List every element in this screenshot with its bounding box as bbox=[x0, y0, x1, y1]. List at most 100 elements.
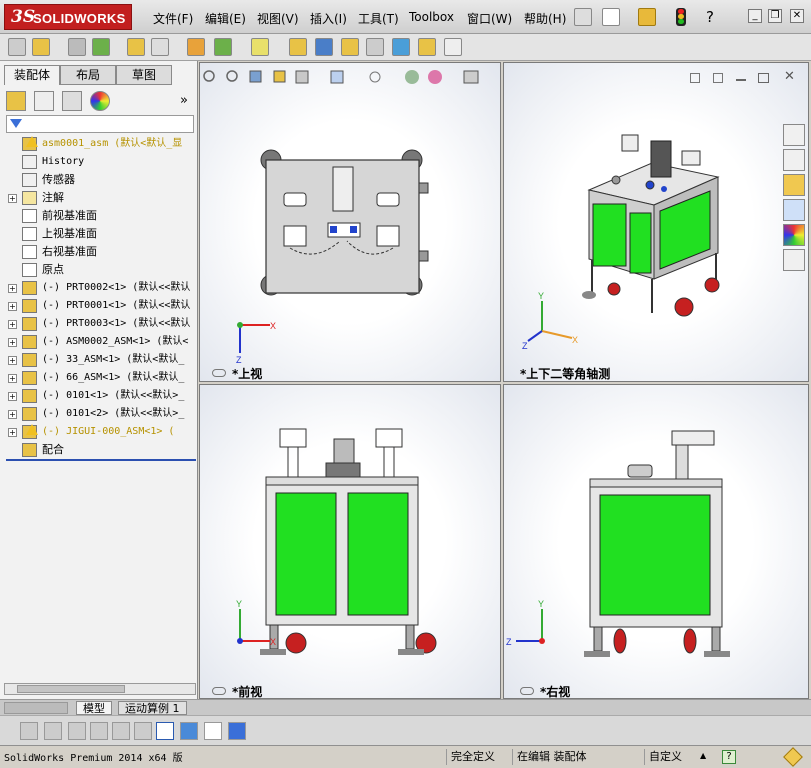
tree-item[interactable]: + (-) 0101<2> (默认<<默认>_ bbox=[0, 405, 198, 423]
display-manager-icon[interactable] bbox=[90, 91, 110, 111]
tree-expand-icon[interactable]: + bbox=[8, 410, 17, 419]
tree-item[interactable]: History bbox=[0, 153, 198, 171]
view-link-icon-front[interactable] bbox=[212, 687, 226, 695]
tree-item[interactable]: + (-) ASM0002_ASM<1> (默认< bbox=[0, 333, 198, 351]
tree-item[interactable]: 原点 bbox=[0, 261, 198, 279]
edit-component-icon[interactable] bbox=[8, 38, 26, 56]
tree-item[interactable]: asm0001_asm (默认<默认_显 bbox=[0, 135, 198, 153]
tab-motion-study[interactable]: 运动算例 1 bbox=[118, 701, 187, 715]
assembly-features-icon[interactable] bbox=[214, 38, 232, 56]
viewport-right[interactable]: Y Z *右视 bbox=[503, 384, 809, 699]
display-pane-icon[interactable] bbox=[228, 722, 246, 740]
restore-button[interactable]: ❐ bbox=[768, 9, 782, 23]
single-view-icon[interactable] bbox=[156, 722, 174, 740]
tree-filter-box[interactable] bbox=[6, 115, 194, 133]
four-view-icon[interactable] bbox=[204, 722, 222, 740]
tree-item[interactable]: 上视基准面 bbox=[0, 225, 198, 243]
tab-assembly[interactable]: 装配体 bbox=[4, 65, 60, 85]
viewport-minimize-icon[interactable] bbox=[736, 79, 746, 81]
panel-more-icon[interactable]: » bbox=[180, 93, 188, 108]
menu-help[interactable]: 帮助(H) bbox=[524, 10, 566, 27]
viewport-link-views-icon[interactable] bbox=[690, 73, 700, 83]
reference-geometry-icon[interactable] bbox=[251, 38, 269, 56]
show-hidden-icon[interactable] bbox=[187, 38, 205, 56]
menu-insert[interactable]: 插入(I) bbox=[310, 10, 347, 27]
status-custom-units[interactable]: 自定义 bbox=[644, 749, 694, 765]
feature-manager-icon[interactable] bbox=[6, 91, 26, 111]
tree-item[interactable]: 配合 bbox=[0, 441, 198, 459]
viewport-iso[interactable]: ✕ Y X Z *上下二等角轴测 bbox=[503, 62, 809, 382]
mate-icon[interactable] bbox=[68, 38, 86, 56]
heads-up-view-toolbar[interactable] bbox=[203, 70, 479, 84]
help-icon[interactable]: ? bbox=[706, 8, 714, 26]
smart-fasteners-icon[interactable] bbox=[127, 38, 145, 56]
menu-edit[interactable]: 编辑(E) bbox=[205, 10, 246, 27]
tree-item[interactable]: 右视基准面 bbox=[0, 243, 198, 261]
pin-icon[interactable] bbox=[574, 8, 592, 26]
new-document-icon[interactable] bbox=[602, 8, 620, 26]
view-tool-1-icon[interactable] bbox=[20, 722, 38, 740]
viewport-close-icon[interactable]: ✕ bbox=[784, 69, 795, 84]
tree-expand-icon[interactable]: + bbox=[8, 302, 17, 311]
exploded-view-icon[interactable] bbox=[341, 38, 359, 56]
clearance-verification-icon[interactable] bbox=[418, 38, 436, 56]
tree-expand-icon[interactable]: + bbox=[8, 392, 17, 401]
view-tool-5-icon[interactable] bbox=[112, 722, 130, 740]
tree-expand-icon[interactable]: + bbox=[8, 338, 17, 347]
tree-expand-icon[interactable]: + bbox=[8, 428, 17, 437]
panel-horizontal-scrollbar[interactable] bbox=[4, 683, 196, 695]
tree-expand-icon[interactable]: + bbox=[8, 374, 17, 383]
viewport-top[interactable]: X Z *上视 bbox=[199, 62, 501, 382]
tab-scroll-arrows[interactable] bbox=[4, 702, 68, 714]
tree-item[interactable]: 前视基准面 bbox=[0, 207, 198, 225]
open-folder-icon[interactable] bbox=[638, 8, 656, 26]
insert-components-icon[interactable] bbox=[32, 38, 50, 56]
view-tool-3-icon[interactable] bbox=[68, 722, 86, 740]
tree-item[interactable]: + (-) PRT0001<1> (默认<<默认 bbox=[0, 297, 198, 315]
tree-item[interactable]: 传感器 bbox=[0, 171, 198, 189]
custom-properties-icon[interactable] bbox=[783, 249, 805, 271]
solidworks-logo[interactable]: 3S SOLIDWORKS bbox=[4, 4, 132, 30]
linear-pattern-icon[interactable] bbox=[92, 38, 110, 56]
status-tag-icon[interactable] bbox=[783, 747, 803, 767]
view-link-icon[interactable] bbox=[212, 369, 226, 377]
tab-layout[interactable]: 布局 bbox=[60, 65, 116, 85]
menu-view[interactable]: 视图(V) bbox=[257, 10, 299, 27]
configuration-manager-icon[interactable] bbox=[62, 91, 82, 111]
view-tool-4-icon[interactable] bbox=[90, 722, 108, 740]
tree-item[interactable]: + (-) JIGUI-000_ASM<1> ( bbox=[0, 423, 198, 441]
view-palette-icon[interactable] bbox=[783, 199, 805, 221]
status-help-icon[interactable]: ? bbox=[722, 750, 736, 764]
tab-model[interactable]: 模型 bbox=[76, 701, 112, 715]
tree-expand-icon[interactable]: + bbox=[8, 356, 17, 365]
tree-expand-icon[interactable]: + bbox=[8, 284, 17, 293]
menu-toolbox[interactable]: Toolbox bbox=[409, 10, 454, 24]
tree-item[interactable]: + (-) 66_ASM<1> (默认<默认_ bbox=[0, 369, 198, 387]
tree-expand-icon[interactable]: + bbox=[8, 194, 17, 203]
tree-item[interactable]: + (-) 0101<1> (默认<<默认>_ bbox=[0, 387, 198, 405]
menu-file[interactable]: 文件(F) bbox=[153, 10, 193, 27]
tree-item[interactable]: + (-) PRT0003<1> (默认<<默认 bbox=[0, 315, 198, 333]
menu-window[interactable]: 窗口(W) bbox=[467, 10, 512, 27]
status-units-arrow-icon[interactable]: ▲ bbox=[700, 751, 706, 760]
rollback-bar[interactable] bbox=[6, 459, 196, 461]
interference-detection-icon[interactable] bbox=[392, 38, 410, 56]
instant3d-icon[interactable] bbox=[444, 38, 462, 56]
bill-of-materials-icon[interactable] bbox=[315, 38, 333, 56]
traffic-light-icon[interactable] bbox=[676, 8, 686, 26]
viewport-single-view-icon[interactable] bbox=[713, 73, 723, 83]
file-explorer-icon[interactable] bbox=[783, 174, 805, 196]
tree-item[interactable]: + (-) 33_ASM<1> (默认<默认_ bbox=[0, 351, 198, 369]
view-link-icon-right[interactable] bbox=[520, 687, 534, 695]
design-library-icon[interactable] bbox=[783, 149, 805, 171]
view-tool-2-icon[interactable] bbox=[44, 722, 62, 740]
property-manager-icon[interactable] bbox=[34, 91, 54, 111]
scrollbar-thumb[interactable] bbox=[17, 685, 125, 693]
minimize-button[interactable]: _ bbox=[748, 9, 762, 23]
tree-item[interactable]: + (-) PRT0002<1> (默认<<默认 bbox=[0, 279, 198, 297]
shaded-view-icon[interactable] bbox=[180, 722, 198, 740]
menu-tools[interactable]: 工具(T) bbox=[358, 10, 399, 27]
appearances-icon[interactable] bbox=[783, 224, 805, 246]
tree-expand-icon[interactable]: + bbox=[8, 320, 17, 329]
explode-line-sketch-icon[interactable] bbox=[366, 38, 384, 56]
